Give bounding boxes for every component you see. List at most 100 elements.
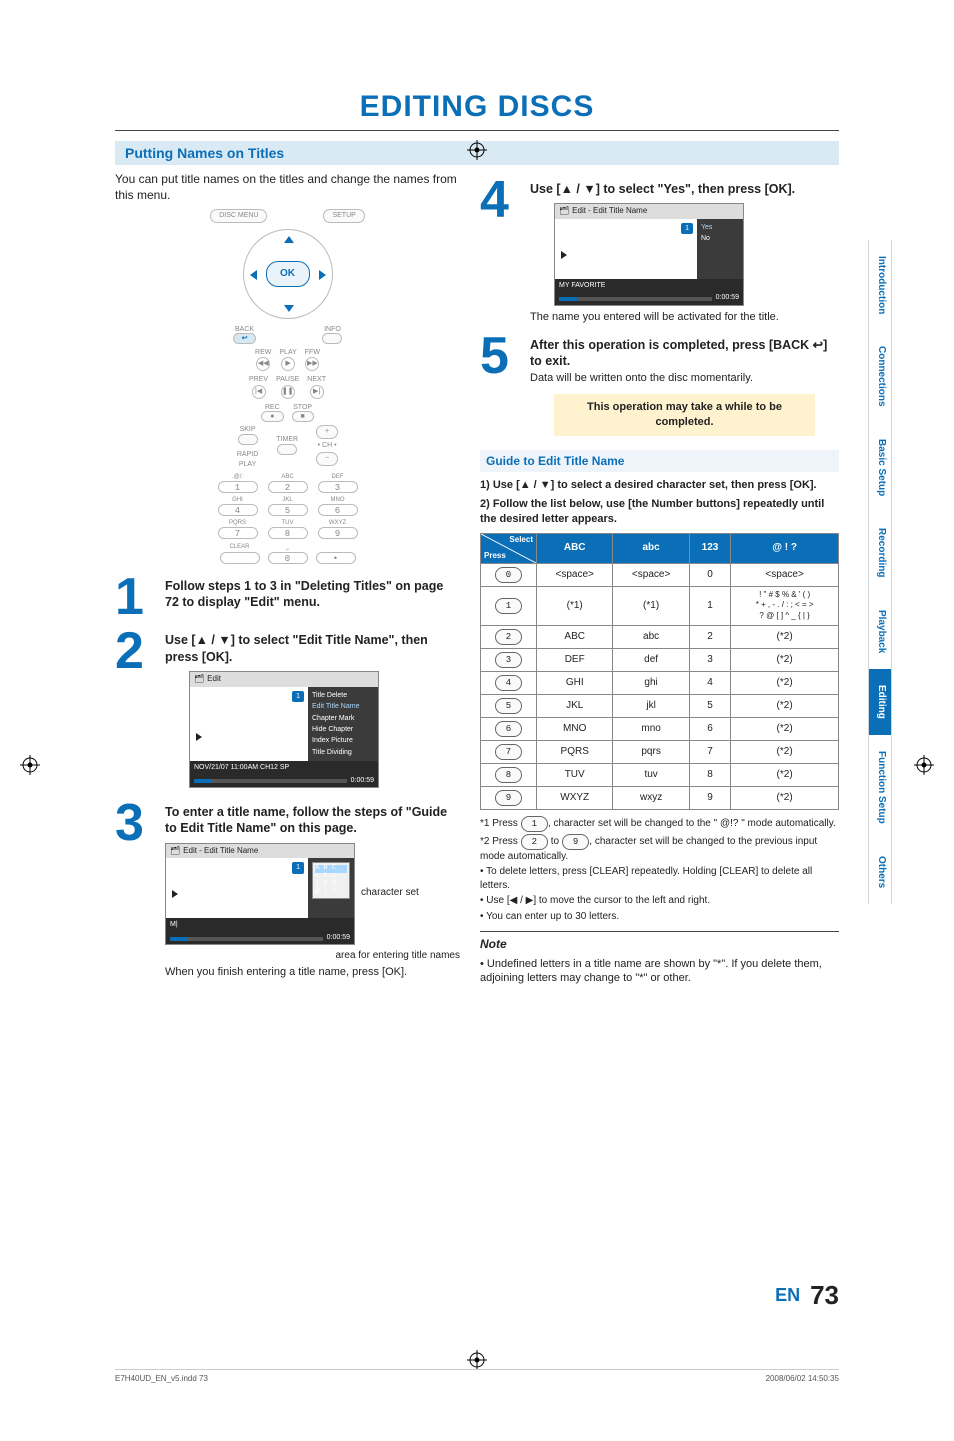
remote-next-label: NEXT — [307, 375, 326, 384]
osd-chip: 1 — [681, 223, 693, 234]
table-row: 0<space><space>0<space> — [481, 563, 839, 586]
note-body: • Undefined letters in a title name are … — [480, 957, 839, 987]
title-rule — [115, 130, 839, 131]
step-number: 5 — [480, 333, 520, 440]
keypad-label: GHI — [218, 496, 258, 504]
table-cell: 1 — [689, 586, 730, 625]
keypad-sym-label: ⎵ — [268, 543, 308, 551]
keypad-6: 6 — [318, 504, 358, 516]
osd-menu-item: Title Delete — [312, 691, 374, 700]
table-row: 4GHIghi4(*2) — [481, 671, 839, 694]
table-cell: mno — [613, 717, 689, 740]
up-arrow-icon — [284, 236, 294, 243]
side-tabs: IntroductionConnectionsBasic SetupRecord… — [868, 240, 892, 904]
side-tab-function-setup[interactable]: Function Setup — [868, 735, 892, 840]
footnote-line: • Use [◀ / ▶] to move the cursor to the … — [480, 894, 839, 908]
keypad-2: 2 — [268, 481, 308, 493]
table-cell: def — [613, 648, 689, 671]
key-pill: 4 — [495, 675, 522, 691]
table-cell: DEF — [537, 648, 613, 671]
step-subtext: Data will be written onto the disc momen… — [530, 371, 839, 386]
keypad-4: 4 — [218, 504, 258, 516]
keypad-5: 5 — [268, 504, 308, 516]
osd-menu-item: Hide Chapter — [312, 725, 374, 734]
progress-bar — [559, 297, 712, 301]
side-tab-connections[interactable]: Connections — [868, 330, 892, 423]
side-tab-recording[interactable]: Recording — [868, 512, 892, 593]
area-caption: area for entering title names — [189, 949, 460, 963]
side-tab-introduction[interactable]: Introduction — [868, 240, 892, 330]
table-cell: TUV — [537, 763, 613, 786]
section-intro: You can put title names on the titles an… — [115, 171, 460, 203]
osd-confirm-yes: 🗂Edit - Edit Title Name 1 YesNo MY FAVOR… — [554, 203, 744, 306]
keypad-dot: • — [316, 552, 356, 564]
osd-menu-item: Index Picture — [312, 736, 374, 745]
table-row: 2ABCabc2(*2) — [481, 625, 839, 648]
remote-rew-btn: ◀◀ — [256, 357, 270, 371]
osd-edit-title-name: 🗂Edit - Edit Title Name 1 A B Ca b c1 2 … — [165, 843, 355, 946]
step-heading: To enter a title name, follow the steps … — [165, 804, 460, 837]
osd-title: 🗂Edit — [190, 672, 378, 687]
osd-time: 0:00:59 — [327, 933, 350, 942]
key-pill: 7 — [495, 744, 522, 760]
col-header: @ ! ? — [731, 533, 839, 563]
table-cell: jkl — [613, 694, 689, 717]
imprint-right: 2008/06/02 14:50:35 — [766, 1374, 839, 1383]
remote-plus-btn: + — [316, 425, 338, 438]
table-cell: 7 — [689, 740, 730, 763]
registration-mark-icon — [467, 1350, 487, 1370]
col-header: abc — [613, 533, 689, 563]
after-entry-caption: When you finish entering a title name, p… — [165, 965, 460, 980]
page-number: 73 — [810, 1280, 839, 1310]
step-number: 3 — [115, 800, 155, 980]
table-cell: ! " # $ % & ' ( ) * + , - . / : ; < = > … — [731, 586, 839, 625]
remote-keypad: .@/:1 ABC2 DEF3 GHI4 JKL5 MNO6 PQRS7 TUV… — [218, 473, 358, 539]
char-row: @ ! ? — [315, 889, 347, 897]
table-row: 1(*1)(*1)1! " # $ % & ' ( ) * + , - . / … — [481, 586, 839, 625]
table-cell: 9 — [689, 786, 730, 809]
remote-rapid-label: RAPID PLAY — [237, 450, 258, 469]
table-row: 3DEFdef3(*2) — [481, 648, 839, 671]
character-table: Select Press ABC abc 123 @ ! ? 0<space><… — [480, 533, 839, 810]
table-cell: <space> — [731, 563, 839, 586]
remote-play-label: PLAY — [279, 348, 296, 357]
side-tab-others[interactable]: Others — [868, 840, 892, 904]
table-row: 6MNOmno6(*2) — [481, 717, 839, 740]
table-cell: 3 — [689, 648, 730, 671]
osd-time: 0:00:59 — [716, 293, 739, 302]
osd-edit-menu: 🗂Edit 1 Title DeleteEdit Title NameChapt… — [189, 671, 379, 788]
osd-title: 🗂Edit - Edit Title Name — [555, 204, 743, 219]
remote-timer-btn — [277, 444, 297, 455]
table-cell: 8 — [689, 763, 730, 786]
step-heading: Follow steps 1 to 3 in "Deleting Titles"… — [165, 578, 460, 611]
keypad-label: .@/: — [218, 473, 258, 481]
key-pill: 9 — [495, 790, 522, 806]
remote-play-btn: ▶ — [281, 357, 295, 371]
osd-chip: 1 — [292, 691, 304, 702]
remote-stop-btn: ■ — [292, 411, 314, 422]
side-tab-basic-setup[interactable]: Basic Setup — [868, 423, 892, 512]
remote-control-illustration: DISC MENU SETUP OK BACK↩ INFO REW◀◀ PLAY… — [198, 209, 378, 563]
osd-option-item: Yes — [701, 223, 739, 232]
remote-minus-btn: − — [316, 452, 338, 465]
remote-dpad: OK — [243, 229, 333, 319]
keypad-label: DEF — [318, 473, 358, 481]
col-header: ABC — [537, 533, 613, 563]
table-cell: 6 — [689, 717, 730, 740]
step-number: 1 — [115, 574, 155, 621]
table-row: 7PQRSpqrs7(*2) — [481, 740, 839, 763]
key-pill: 8 — [495, 767, 522, 783]
osd-footer-left: MY FAVORITE — [559, 281, 605, 290]
table-cell: ABC — [537, 625, 613, 648]
remote-back-btn: ↩ — [233, 333, 257, 344]
key-pill: 0 — [495, 567, 522, 583]
step-heading: After this operation is completed, press… — [530, 337, 839, 370]
footnote-line: • You can enter up to 30 letters. — [480, 910, 839, 924]
keypad-clear — [220, 552, 260, 564]
remote-ffw-label: FFW — [305, 348, 320, 357]
side-tab-playback[interactable]: Playback — [868, 594, 892, 669]
side-tab-editing[interactable]: Editing — [868, 669, 892, 735]
table-cell: (*1) — [613, 586, 689, 625]
table-cell: (*2) — [731, 648, 839, 671]
keypad-9: 9 — [318, 527, 358, 539]
